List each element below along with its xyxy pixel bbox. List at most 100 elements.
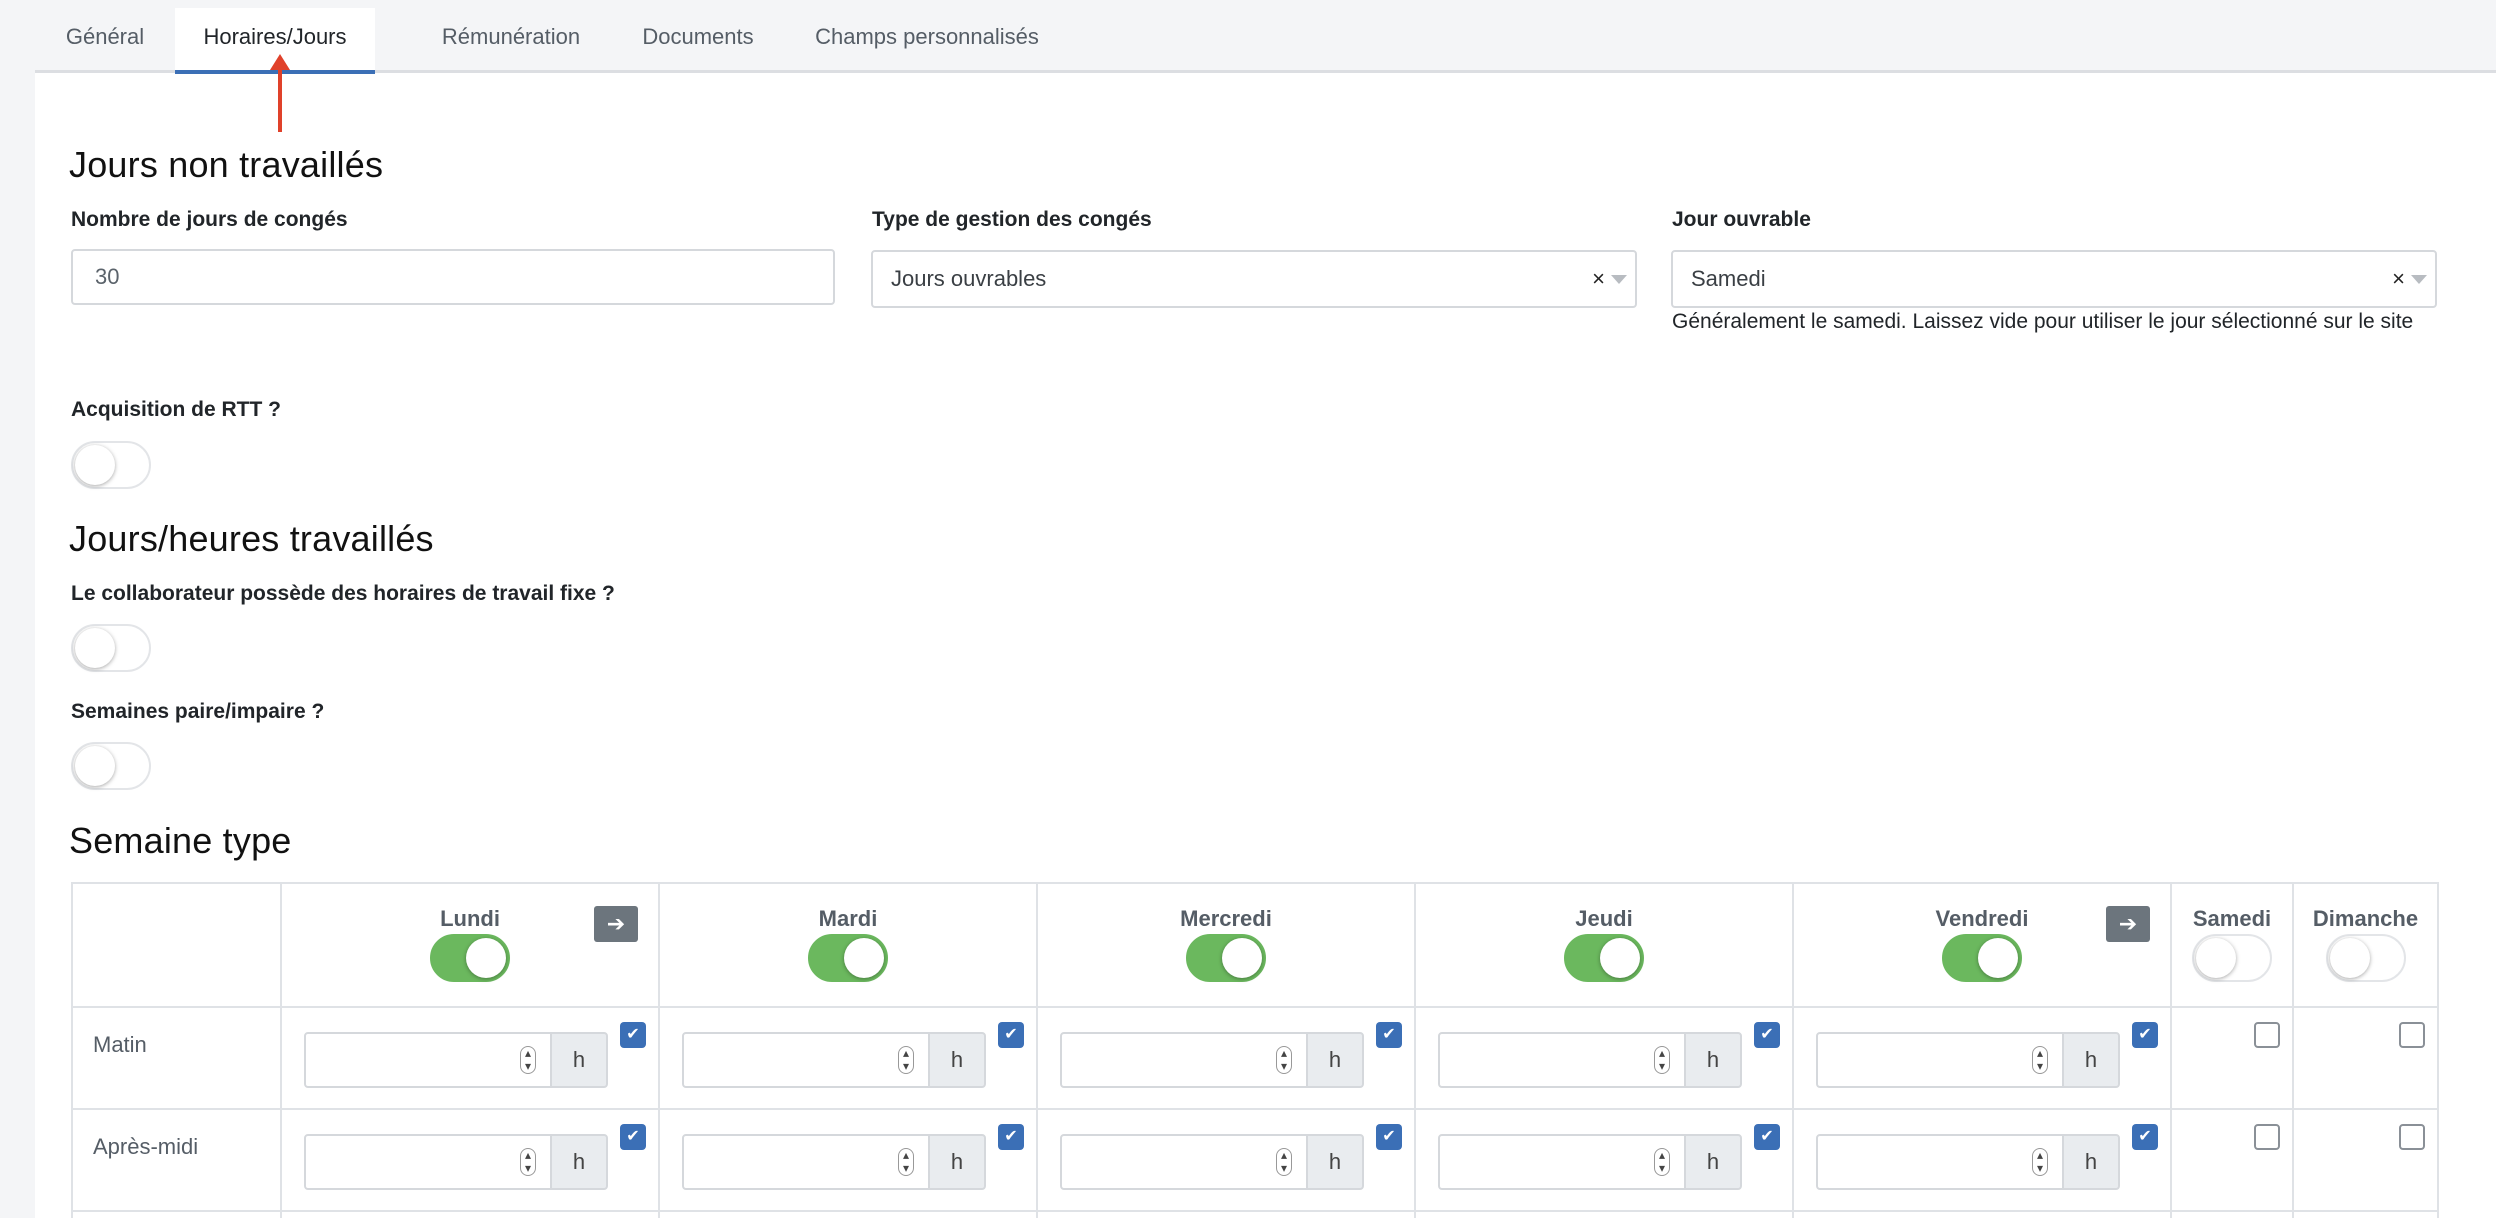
hours-cell-mardi: ▴ ▾ h ✔ (658, 1006, 1038, 1110)
tab-champs-personnalises[interactable]: Champs personnalisés (777, 8, 1077, 73)
leave-type-clear-icon[interactable]: × (1592, 252, 1605, 306)
hours-input-group: ▴ ▾ h (1438, 1032, 1742, 1088)
day-period-checkbox[interactable] (2399, 1022, 2425, 1048)
row-label-afternoon: Après-midi (93, 1134, 199, 1159)
day-period-checkbox[interactable]: ✔ (1754, 1022, 1780, 1048)
spinner-icon[interactable]: ▴ ▾ (2032, 1148, 2048, 1176)
hours-unit: h (2062, 1134, 2120, 1190)
fixed-hours-toggle[interactable] (71, 624, 151, 672)
spinner-icon[interactable]: ▴ ▾ (520, 1046, 536, 1074)
hours-input[interactable]: ▴ ▾ (682, 1134, 930, 1190)
spinner-icon[interactable]: ▴ ▾ (1654, 1148, 1670, 1176)
toggle-knob (75, 746, 115, 786)
spinner-icon[interactable]: ▴ ▾ (2032, 1046, 2048, 1074)
hours-input[interactable]: ▴ ▾ (1060, 1134, 1308, 1190)
day-period-checkbox[interactable]: ✔ (1376, 1124, 1402, 1150)
day-toggle-mercredi[interactable] (1186, 934, 1266, 982)
annotation-arrow-line (278, 60, 282, 132)
hours-input-group: ▴ ▾ h (1816, 1032, 2120, 1088)
hours-input[interactable]: ▴ ▾ (304, 1134, 552, 1190)
day-toggle-mardi[interactable] (808, 934, 888, 982)
leave-days-input[interactable]: 30 (71, 249, 835, 305)
leave-type-value: Jours ouvrables (891, 266, 1047, 291)
section-title-worked: Jours/heures travaillés (69, 518, 434, 559)
day-period-checkbox[interactable]: ✔ (2132, 1124, 2158, 1150)
hours-input-group: ▴ ▾ h (304, 1134, 608, 1190)
leave-type-select[interactable]: Jours ouvrables × (871, 250, 1637, 308)
hours-input[interactable]: ▴ ▾ (304, 1032, 552, 1088)
chevron-down-icon[interactable] (2411, 275, 2427, 284)
day-period-checkbox[interactable]: ✔ (2132, 1022, 2158, 1048)
hours-cell-samedi (2170, 1006, 2294, 1110)
hours-unit: h (928, 1134, 986, 1190)
spinner-icon[interactable]: ▴ ▾ (1654, 1046, 1670, 1074)
toggle-knob (2329, 938, 2370, 978)
hours-cell-mercredi: ▴ ▾ h ✔ (1036, 1006, 1416, 1110)
chevron-down-icon[interactable] (1611, 275, 1627, 284)
day-name: Jeudi (1575, 906, 1633, 931)
day-period-checkbox[interactable]: ✔ (620, 1124, 646, 1150)
day-toggle-dimanche[interactable] (2325, 934, 2406, 982)
day-period-checkbox[interactable]: ✔ (1754, 1124, 1780, 1150)
hours-cell-lundi: ▴ ▾ h ✔ (280, 1006, 660, 1110)
fixed-hours-label: Le collaborateur possède des horaires de… (71, 582, 615, 605)
day-toggle-vendredi[interactable] (1942, 934, 2022, 982)
employee-form-panel: Général Horaires/Jours Rémunération Docu… (35, 0, 2496, 1218)
hours-input[interactable]: ▴ ▾ (682, 1032, 930, 1088)
working-day-label: Jour ouvrable (1672, 208, 1811, 231)
day-period-checkbox[interactable]: ✔ (620, 1022, 646, 1048)
hours-input[interactable]: ▴ ▾ (1816, 1134, 2064, 1190)
even-odd-toggle[interactable] (71, 742, 151, 790)
day-period-checkbox[interactable] (2254, 1124, 2280, 1150)
tab-remuneration[interactable]: Rémunération (403, 8, 619, 73)
hours-unit: h (1306, 1032, 1364, 1088)
section-title-week: Semaine type (69, 820, 292, 861)
spinner-icon[interactable]: ▴ ▾ (520, 1148, 536, 1176)
hours-input-group: ▴ ▾ h (682, 1032, 986, 1088)
row-label-cell: Après-midi (71, 1108, 282, 1212)
leave-days-label: Nombre de jours de congés (71, 208, 348, 231)
day-period-checkbox[interactable]: ✔ (1376, 1022, 1402, 1048)
hours-input[interactable]: ▴ ▾ (1438, 1134, 1686, 1190)
row-label-morning: Matin (93, 1032, 147, 1057)
tab-general[interactable]: Général (35, 8, 175, 73)
toggle-knob (2196, 938, 2236, 978)
toggle-knob (1222, 938, 1262, 978)
hours-cell-mercredi: ▴ ▾ h ✔ (1036, 1108, 1416, 1212)
day-header-mardi: Mardi (658, 882, 1038, 1008)
hours-input[interactable]: ▴ ▾ (1816, 1032, 2064, 1088)
tab-documents[interactable]: Documents (619, 8, 777, 73)
week-corner-cell (71, 882, 282, 1008)
copy-right-button[interactable]: ➔ (594, 906, 638, 942)
hours-input-group: ▴ ▾ h (1816, 1134, 2120, 1190)
spinner-icon[interactable]: ▴ ▾ (1276, 1148, 1292, 1176)
rtt-label: Acquisition de RTT ? (71, 398, 281, 421)
working-day-clear-icon[interactable]: × (2392, 252, 2405, 306)
even-odd-label: Semaines paire/impaire ? (71, 700, 325, 723)
spinner-icon[interactable]: ▴ ▾ (1276, 1046, 1292, 1074)
day-header-mercredi: Mercredi (1036, 882, 1416, 1008)
hours-cell-vendredi: ▴ ▾ h ✔ (1792, 1006, 2172, 1110)
day-period-checkbox[interactable] (2399, 1124, 2425, 1150)
day-toggle-jeudi[interactable] (1564, 934, 1644, 982)
leave-type-label: Type de gestion des congés (872, 208, 1152, 231)
hours-cell-vendredi: ▴ ▾ h ✔ (1792, 1108, 2172, 1212)
day-period-checkbox[interactable]: ✔ (998, 1022, 1024, 1048)
copy-right-button[interactable]: ➔ (2106, 906, 2150, 942)
hours-input[interactable]: ▴ ▾ (1060, 1032, 1308, 1088)
spinner-icon[interactable]: ▴ ▾ (898, 1046, 914, 1074)
day-toggle-lundi[interactable] (430, 934, 510, 982)
day-header-vendredi: Vendredi ➔ (1792, 882, 2172, 1008)
working-day-select[interactable]: Samedi × (1671, 250, 2437, 308)
spinner-icon[interactable]: ▴ ▾ (898, 1148, 914, 1176)
hours-cell-jeudi: ▴ ▾ h ✔ (1414, 1006, 1794, 1110)
hours-input-group: ▴ ▾ h (304, 1032, 608, 1088)
day-name: Samedi (2192, 906, 2272, 931)
day-period-checkbox[interactable]: ✔ (998, 1124, 1024, 1150)
hours-input[interactable]: ▴ ▾ (1438, 1032, 1686, 1088)
hours-input-group: ▴ ▾ h (1060, 1032, 1364, 1088)
day-toggle-samedi[interactable] (2192, 934, 2272, 982)
rtt-toggle[interactable] (71, 441, 151, 489)
day-name: Mercredi (1180, 906, 1272, 931)
day-period-checkbox[interactable] (2254, 1022, 2280, 1048)
